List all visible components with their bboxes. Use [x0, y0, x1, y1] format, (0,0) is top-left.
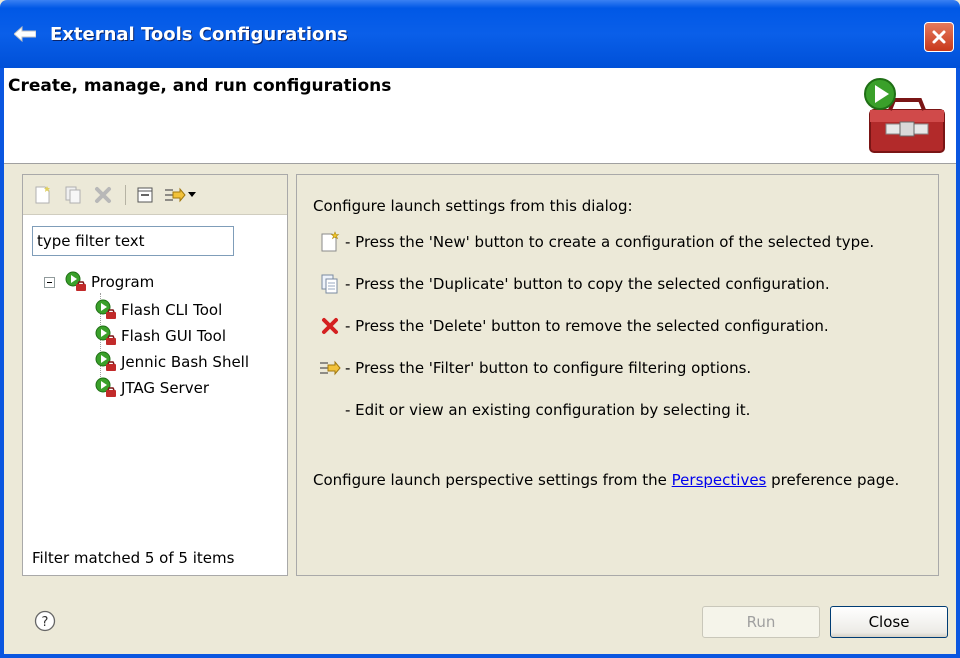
tree-item-jtag-server[interactable]: JTAG Server	[95, 375, 209, 401]
tree-item-program[interactable]: Program	[65, 269, 154, 295]
filter-icon	[165, 187, 186, 203]
program-launch-icon	[95, 351, 116, 371]
new-config-icon	[319, 231, 341, 253]
instruction-text: - Press the 'New' button to create a con…	[345, 233, 875, 251]
duplicate-icon	[319, 273, 341, 295]
tree-item-flash-cli-tool[interactable]: Flash CLI Tool	[95, 297, 222, 323]
window-frame-bottom	[4, 654, 956, 658]
banner-title: Create, manage, and run configurations	[8, 76, 392, 96]
tree-item-label: JTAG Server	[121, 379, 210, 397]
intro-text: Configure launch settings from this dial…	[313, 197, 633, 215]
help-button[interactable]: ?	[34, 610, 56, 636]
window-title: External Tools Configurations	[50, 24, 348, 45]
toolbox-run-icon	[864, 76, 948, 162]
instruction-duplicate: - Press the 'Duplicate' button to copy t…	[319, 271, 830, 297]
tree-expander-program[interactable]	[44, 277, 55, 288]
instruction-text: - Press the 'Delete' button to remove th…	[345, 317, 829, 335]
perspective-settings-text: Configure launch perspective settings fr…	[313, 471, 899, 489]
run-button[interactable]: Run	[702, 606, 820, 638]
external-tools-icon	[13, 25, 37, 46]
instruction-delete: - Press the 'Delete' button to remove th…	[319, 313, 829, 339]
tree-item-label: Program	[91, 273, 155, 291]
instruction-text: - Press the 'Duplicate' button to copy t…	[345, 275, 830, 293]
duplicate-icon	[65, 186, 81, 204]
perspective-suffix: preference page.	[766, 471, 900, 489]
filter-button[interactable]	[163, 183, 187, 207]
instruction-filter: - Press the 'Filter' button to configure…	[319, 355, 751, 381]
toolbar-separator	[125, 185, 126, 205]
window-frame-right	[956, 68, 960, 658]
filter-icon	[319, 357, 341, 379]
window-close-button[interactable]	[924, 22, 954, 52]
new-config-button[interactable]	[31, 183, 55, 207]
tree-item-label: Jennic Bash Shell	[121, 353, 250, 371]
delete-icon	[95, 187, 111, 203]
instruction-text: - Press the 'Filter' button to configure…	[345, 359, 752, 377]
filter-dropdown-button[interactable]	[185, 183, 199, 207]
perspective-prefix: Configure launch perspective settings fr…	[313, 471, 672, 489]
instruction-text: - Edit or view an existing configuration…	[345, 401, 751, 419]
chevron-down-icon	[188, 192, 196, 197]
tree-item-label: Flash GUI Tool	[121, 327, 227, 345]
collapse-all-button[interactable]	[133, 183, 157, 207]
instructions-pane: Configure launch settings from this dial…	[296, 174, 939, 576]
tree-item-jennic-bash-shell[interactable]: Jennic Bash Shell	[95, 349, 249, 375]
perspectives-link[interactable]: Perspectives	[672, 471, 767, 489]
configuration-tree-pane: Program Flash CLI Tool Flash GUI Tool Je…	[22, 174, 288, 576]
new-config-icon	[35, 186, 50, 204]
filter-input[interactable]	[32, 226, 234, 256]
delete-icon	[319, 315, 341, 337]
program-launch-icon	[95, 299, 116, 319]
program-launch-icon	[95, 325, 116, 345]
close-button[interactable]: Close	[830, 606, 948, 638]
help-icon: ?	[34, 610, 56, 632]
blank-icon-slot	[319, 399, 341, 421]
collapse-all-icon	[137, 187, 153, 203]
delete-button[interactable]	[91, 183, 115, 207]
instruction-edit: - Edit or view an existing configuration…	[319, 397, 750, 423]
tree-item-flash-gui-tool[interactable]: Flash GUI Tool	[95, 323, 226, 349]
left-toolbar	[23, 175, 287, 215]
filter-status-text: Filter matched 5 of 5 items	[32, 549, 235, 567]
close-icon	[932, 30, 946, 44]
duplicate-button[interactable]	[61, 183, 85, 207]
program-launch-icon	[65, 271, 86, 291]
instruction-new: - Press the 'New' button to create a con…	[319, 229, 874, 255]
title-bar: External Tools Configurations	[0, 0, 960, 68]
header-banner: Create, manage, and run configurations	[4, 68, 956, 164]
program-launch-icon	[95, 377, 116, 397]
svg-text:?: ?	[42, 615, 49, 630]
tree-item-label: Flash CLI Tool	[121, 301, 223, 319]
